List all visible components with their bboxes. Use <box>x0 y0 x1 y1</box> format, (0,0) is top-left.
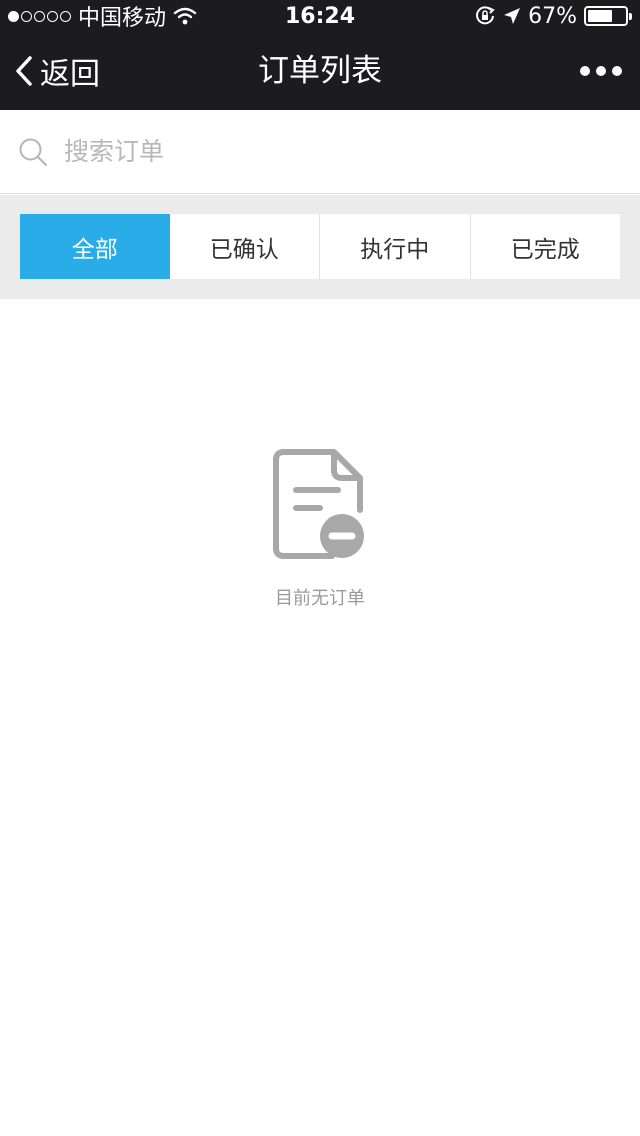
filter-tabs: 全部 已确认 执行中 已完成 <box>20 214 620 279</box>
filter-tab-area: 全部 已确认 执行中 已完成 <box>0 195 640 299</box>
search-input[interactable] <box>64 137 604 166</box>
empty-message: 目前无订单 <box>275 588 365 609</box>
back-button[interactable]: 返回 <box>14 32 100 110</box>
chevron-left-icon <box>16 56 32 86</box>
signal-strength-icon <box>8 10 71 22</box>
empty-state: 目前无订单 <box>0 448 640 610</box>
more-dot-icon <box>612 66 622 76</box>
status-right: 67% <box>474 3 632 29</box>
tab-in-progress[interactable]: 执行中 <box>320 214 471 279</box>
more-dot-icon <box>596 66 606 76</box>
more-dot-icon <box>580 66 590 76</box>
search-bar <box>0 110 640 194</box>
signal-dot <box>60 10 71 22</box>
search-icon <box>19 138 47 166</box>
tab-confirmed[interactable]: 已确认 <box>170 214 320 279</box>
status-left: 中国移动 <box>8 0 197 32</box>
signal-dot <box>34 10 45 22</box>
status-bar: 中国移动 16:24 67% <box>0 0 640 32</box>
battery-fill <box>588 10 613 22</box>
tab-completed[interactable]: 已完成 <box>471 214 621 279</box>
location-arrow-icon <box>504 8 521 24</box>
back-label: 返回 <box>40 57 100 92</box>
signal-dot <box>47 10 58 22</box>
carrier-name: 中国移动 <box>78 6 167 31</box>
signal-dot <box>8 10 19 22</box>
more-options-button[interactable] <box>580 32 622 110</box>
rotation-lock-icon <box>476 6 495 25</box>
battery-icon <box>584 6 632 26</box>
battery-percent: 67% <box>528 3 577 29</box>
empty-order-document-icon <box>273 449 364 559</box>
navigation-bar: 返回 订单列表 <box>0 32 640 110</box>
wifi-icon <box>173 7 197 25</box>
tab-all[interactable]: 全部 <box>20 214 170 279</box>
signal-dot <box>21 10 32 22</box>
